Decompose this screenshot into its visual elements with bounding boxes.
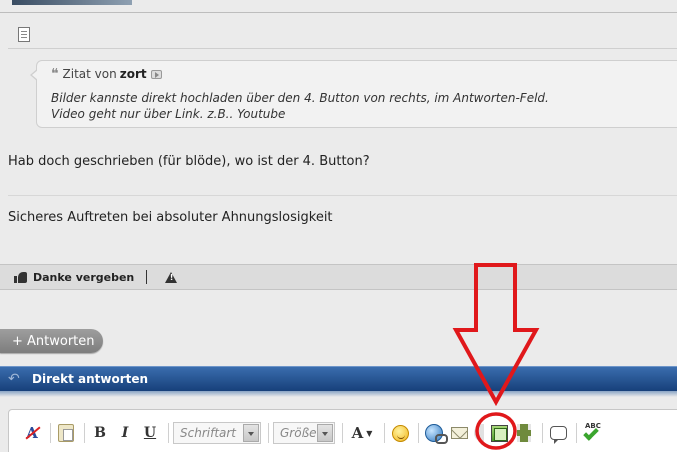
quote-box: ❝ Zitat von zort Bilder kannste direkt h… [30, 60, 677, 128]
editor-box: A B I U Schriftart Größe A ▼ ABC [8, 409, 677, 452]
smiley-button[interactable] [389, 422, 411, 444]
editor-toolbar: A B I U Schriftart Größe A ▼ ABC [21, 420, 606, 446]
smiley-icon [391, 424, 409, 442]
quick-reply-title: Direkt antworten [32, 372, 149, 386]
footer-separator [146, 270, 148, 284]
quote-text: Bilder kannste direkt hochladen über den… [51, 90, 549, 122]
globe-link-icon [425, 424, 448, 444]
toolbar-separator [542, 423, 543, 443]
toolbar-separator [50, 423, 51, 443]
quote-line: Bilder kannste direkt hochladen über den… [51, 91, 549, 105]
header-shadow [0, 391, 677, 397]
remove-format-button[interactable]: A [21, 422, 43, 444]
post-message: Hab doch geschrieben (für blöde), wo ist… [8, 154, 370, 169]
italic-button[interactable]: I [114, 422, 136, 444]
divider [0, 12, 677, 13]
quick-reply-header[interactable]: ↶ Direkt antworten [0, 366, 677, 391]
film-strip-icon [517, 424, 531, 442]
toolbar-separator [168, 423, 169, 443]
signature-divider [8, 195, 677, 196]
post-footer: Danke vergeben [0, 264, 677, 290]
paste-icon [58, 424, 74, 442]
toolbar-separator [342, 423, 343, 443]
underline-button[interactable]: U [139, 422, 161, 444]
chevron-down-icon[interactable] [243, 424, 259, 442]
view-post-icon[interactable] [150, 69, 162, 79]
post-document-icon [18, 27, 30, 42]
paste-button[interactable] [55, 422, 77, 444]
insert-image-button[interactable] [488, 422, 510, 444]
remove-format-icon: A [26, 424, 38, 442]
bold-button[interactable]: B [89, 422, 111, 444]
insert-quote-button[interactable] [547, 422, 569, 444]
thumbs-up-icon[interactable] [14, 271, 28, 283]
curved-arrow-icon: ↶ [8, 371, 20, 387]
partially-hidden-button[interactable] [473, 422, 485, 444]
envelope-icon [450, 427, 468, 439]
chevron-down-icon[interactable] [317, 424, 333, 442]
font-size-select[interactable]: Größe [273, 422, 335, 444]
post-signature: Sicheres Auftreten bei absoluter Ahnungs… [8, 210, 333, 225]
toolbar-separator [268, 423, 269, 443]
spellcheck-icon: ABC [582, 422, 602, 444]
spellcheck-button[interactable]: ABC [581, 422, 603, 444]
font-size-placeholder: Größe [280, 426, 317, 440]
toolbar-separator [84, 423, 85, 443]
reply-button[interactable]: + Antworten [0, 329, 103, 353]
quote-author[interactable]: zort [120, 67, 147, 81]
chevron-down-icon: ▼ [366, 428, 373, 438]
report-warning-icon[interactable] [165, 271, 178, 283]
quote-prefix: Zitat von [62, 67, 117, 81]
quote-line: Video geht nur über Link. z.B.. Youtube [51, 107, 286, 121]
toolbar-separator [418, 423, 419, 443]
speech-bubble-icon [549, 426, 567, 444]
text-color-button[interactable]: A ▼ [347, 422, 377, 444]
text-color-icon: A [351, 424, 364, 442]
insert-link-button[interactable] [423, 422, 448, 444]
quote-header: ❝ Zitat von zort [51, 67, 162, 81]
image-icon [490, 424, 508, 442]
thanks-button[interactable]: Danke vergeben [33, 271, 134, 284]
quote-marks-icon: ❝ [51, 66, 59, 82]
forum-logo[interactable] [12, 0, 132, 5]
font-family-select[interactable]: Schriftart [173, 422, 261, 444]
insert-email-button[interactable] [448, 422, 470, 444]
obscured-icon [474, 424, 484, 442]
divider [8, 48, 677, 49]
font-family-placeholder: Schriftart [180, 426, 237, 440]
insert-video-button[interactable] [513, 422, 535, 444]
toolbar-separator [384, 423, 385, 443]
toolbar-separator [576, 423, 577, 443]
